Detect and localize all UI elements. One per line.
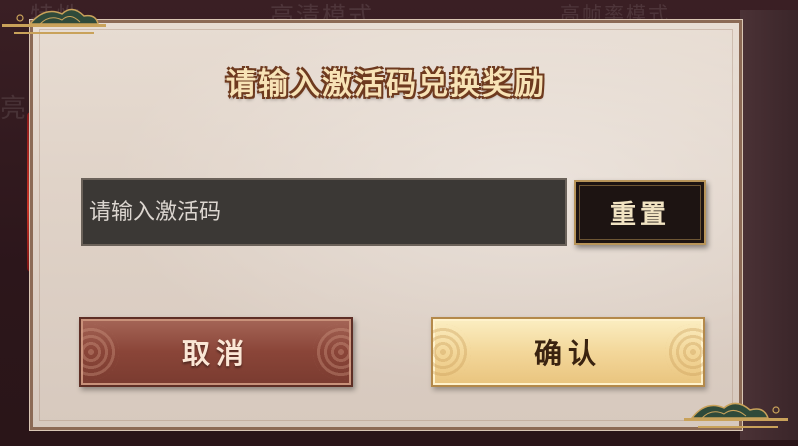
cancel-button[interactable]: 取消 xyxy=(79,317,353,387)
activation-code-input[interactable] xyxy=(81,178,567,246)
dialog-title: 请输入激活码兑换奖励 xyxy=(226,67,546,102)
redeem-code-dialog: 请输入激活码兑换奖励 重置 取消 确认 xyxy=(29,19,743,431)
swirl-pattern-icon xyxy=(433,324,471,380)
swirl-pattern-icon xyxy=(665,324,703,380)
background-side-panel xyxy=(740,10,798,440)
confirm-button-label: 确认 xyxy=(533,337,602,370)
pine-cloud-ornament-icon xyxy=(2,8,106,34)
pine-cloud-ornament-icon xyxy=(684,402,788,428)
swirl-pattern-icon xyxy=(313,324,351,380)
swirl-pattern-icon xyxy=(81,324,119,380)
reset-button-label: 重置 xyxy=(609,200,670,230)
confirm-button[interactable]: 确认 xyxy=(431,317,705,387)
cancel-button-label: 取消 xyxy=(181,337,250,370)
reset-button[interactable]: 重置 xyxy=(574,180,706,245)
